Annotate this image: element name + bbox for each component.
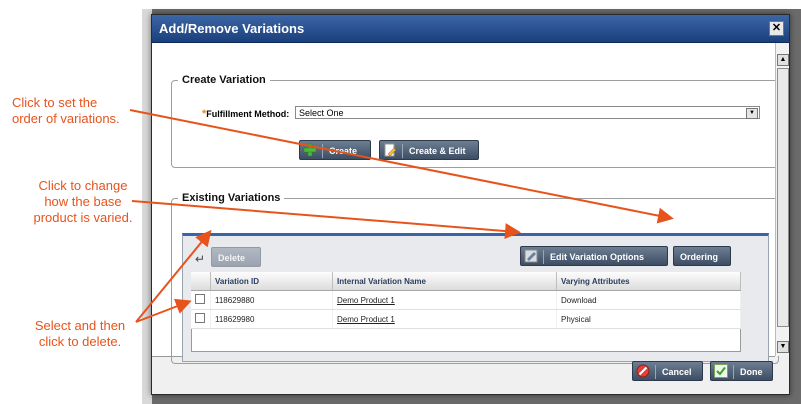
fulfillment-method-value: Select One	[299, 108, 344, 118]
table-header-row: Variation ID Internal Variation Name Var…	[191, 272, 741, 291]
variation-name-link[interactable]: Demo Product 1	[332, 309, 557, 329]
row-checkbox-cell	[191, 290, 211, 310]
dialog-title: Add/Remove Variations	[159, 21, 305, 36]
cancel-button-label: Cancel	[655, 365, 692, 379]
fulfillment-method-label-text: Fulfillment Method:	[206, 109, 290, 119]
variation-id-cell: 118629880	[210, 290, 333, 310]
existing-variations-legend: Existing Variations	[182, 192, 281, 204]
ordering-button-label: Ordering	[680, 252, 719, 262]
done-button[interactable]: Done	[710, 361, 773, 381]
annotation-vary-line3: product is varied.	[33, 210, 133, 225]
create-variation-legend: Create Variation	[182, 74, 266, 86]
annotation-ordering-line1: Click to set the	[12, 95, 98, 110]
create-and-edit-button[interactable]: Create & Edit	[379, 140, 479, 160]
edit-options-icon	[524, 249, 538, 263]
dialog-content: Create Variation *Fulfillment Method: Se…	[152, 43, 779, 364]
create-and-edit-label: Create & Edit	[402, 144, 466, 158]
edit-variation-options-button[interactable]: Edit Variation Options	[520, 246, 668, 266]
create-button-label: Create	[322, 144, 357, 158]
column-header-varying-attributes[interactable]: Varying Attributes	[556, 272, 741, 291]
fulfillment-method-label: *Fulfillment Method:	[202, 108, 289, 120]
annotation-delete-line2: click to delete.	[38, 334, 122, 349]
variation-name-link[interactable]: Demo Product 1	[332, 290, 557, 310]
annotation-vary-line2: how the base	[44, 194, 122, 209]
scroll-up-icon[interactable]: ▲	[777, 54, 789, 66]
variation-id-cell: 118629980	[210, 309, 333, 329]
close-icon[interactable]: ✕	[769, 21, 784, 36]
variations-table: Variation ID Internal Variation Name Var…	[191, 272, 741, 329]
down-arrow-icon: ↵	[194, 252, 206, 266]
column-header-internal-name[interactable]: Internal Variation Name	[332, 272, 557, 291]
annotation-vary: Click to change how the base product is …	[23, 178, 143, 226]
delete-button-label: Delete	[218, 253, 246, 263]
delete-button[interactable]: Delete	[211, 247, 261, 267]
annotation-vary-line1: Click to change	[38, 178, 128, 193]
variations-grid-panel: ↵ Delete Edit Variation Options Ordering	[182, 233, 769, 362]
vertical-scrollbar[interactable]: ▲ ▼	[775, 43, 789, 356]
annotation-ordering: Click to set the order of variations.	[12, 95, 152, 127]
annotation-ordering-line2: order of variations.	[12, 111, 120, 126]
edit-document-icon	[383, 143, 397, 157]
dialog-titlebar: Add/Remove Variations ✕	[152, 15, 789, 43]
cancel-button[interactable]: Cancel	[632, 361, 703, 381]
ordering-button[interactable]: Ordering	[673, 246, 731, 266]
scroll-thumb[interactable]	[777, 68, 789, 327]
edit-variation-options-label: Edit Variation Options	[543, 250, 644, 264]
table-row: 118629880 Demo Product 1 Download	[191, 290, 741, 310]
select-all-header[interactable]	[191, 272, 211, 291]
add-remove-variations-dialog: Add/Remove Variations ✕ Create Variation…	[151, 14, 790, 395]
row-checkbox-cell	[191, 309, 211, 329]
varying-attributes-cell: Physical	[556, 309, 741, 329]
check-icon	[714, 364, 728, 378]
existing-variations-section: Existing Variations ↵ Delete Edit Variat…	[171, 192, 779, 364]
row-checkbox[interactable]	[195, 313, 205, 323]
table-row: 118629980 Demo Product 1 Physical	[191, 309, 741, 329]
annotation-delete: Select and then click to delete.	[20, 318, 140, 350]
create-variation-section: Create Variation *Fulfillment Method: Se…	[171, 74, 779, 168]
create-button[interactable]: Create	[299, 140, 371, 160]
chevron-down-icon[interactable]: ▼	[746, 108, 758, 119]
scroll-down-icon[interactable]: ▼	[777, 341, 789, 353]
annotation-delete-line1: Select and then	[34, 318, 126, 333]
row-checkbox[interactable]	[195, 294, 205, 304]
fulfillment-method-select[interactable]: Select One ▼	[295, 106, 760, 119]
plus-icon	[303, 143, 317, 157]
done-button-label: Done	[733, 365, 763, 379]
column-header-variation-id[interactable]: Variation ID	[210, 272, 333, 291]
varying-attributes-cell: Download	[556, 290, 741, 310]
cancel-icon	[636, 364, 650, 378]
